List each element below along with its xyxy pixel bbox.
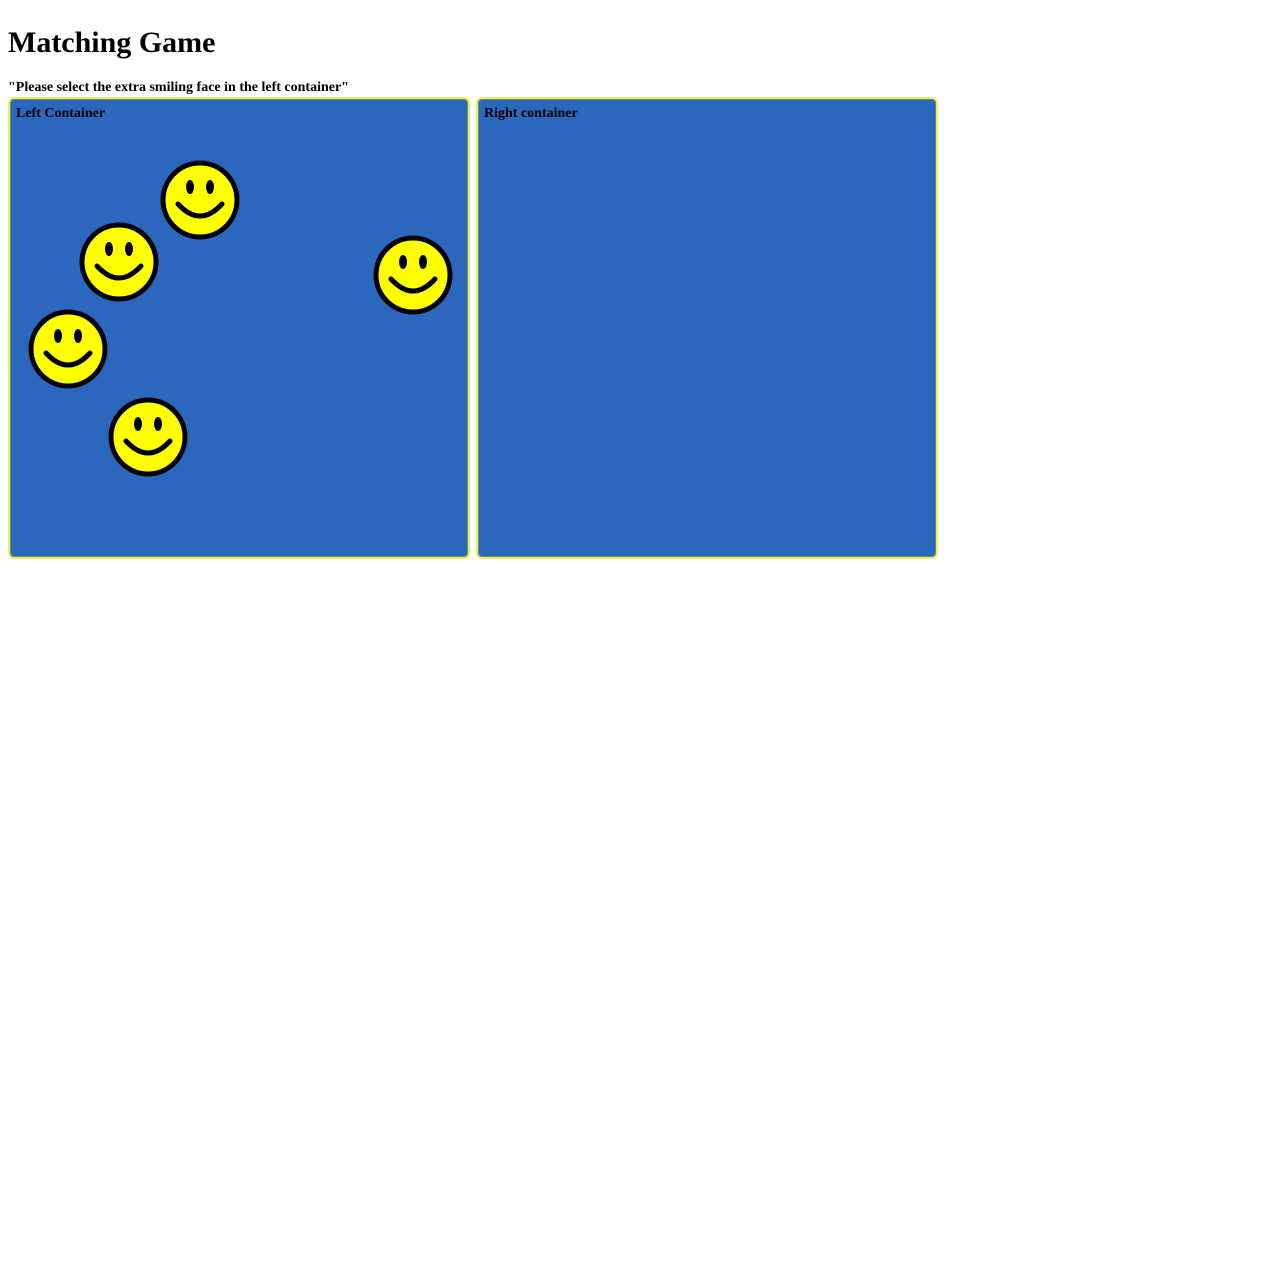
smiley-face-icon[interactable] — [28, 309, 108, 389]
smiley-face-icon[interactable] — [373, 235, 453, 315]
left-container[interactable]: Left Container — [8, 97, 470, 559]
page-title: Matching Game — [8, 26, 216, 59]
smiley-face-icon[interactable] — [79, 222, 159, 302]
instruction-text: "Please select the extra smiling face in… — [8, 80, 349, 95]
smiley-face-icon[interactable] — [160, 160, 240, 240]
right-container[interactable]: Right container — [476, 97, 938, 559]
page: Matching Game "Please select the extra s… — [0, 0, 1280, 1266]
smiley-face-icon[interactable] — [108, 397, 188, 477]
right-container-label: Right container — [484, 106, 578, 121]
left-container-label: Left Container — [16, 106, 106, 121]
